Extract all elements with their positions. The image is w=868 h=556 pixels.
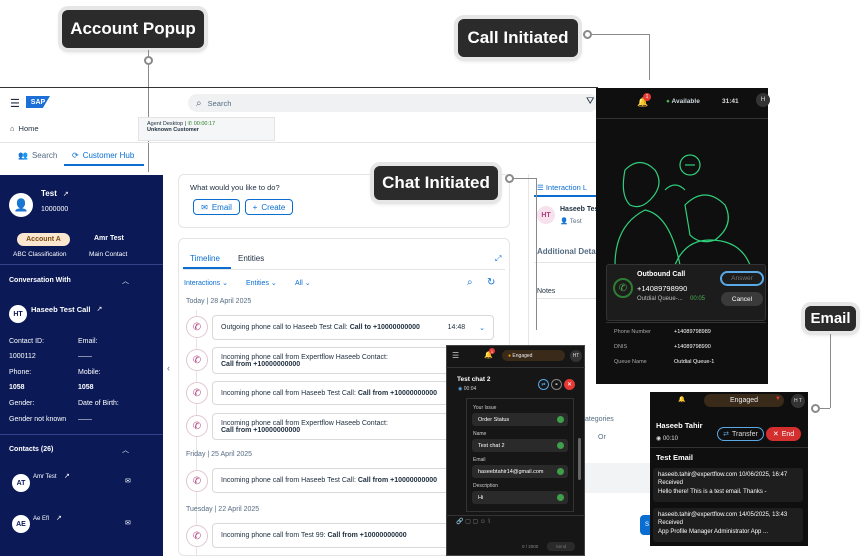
status-badge[interactable]: Engaged: [704, 394, 784, 407]
collapse-chevron-icon[interactable]: ︿: [122, 445, 129, 455]
plus-icon: +: [252, 202, 258, 212]
chevron-down-icon: ▼: [775, 396, 781, 402]
menu-icon[interactable]: ☰: [452, 351, 459, 360]
end-chat-icon[interactable]: ✕: [564, 379, 575, 390]
customer-hub-tab[interactable]: ⟳ Customer Hub: [72, 151, 134, 160]
agent-avatar[interactable]: H: [756, 93, 770, 107]
avatar: 👤: [9, 193, 33, 217]
email-message[interactable]: haseeb.tahir@expertflow.com 14/05/2025, …: [653, 508, 803, 542]
interaction-log-tab[interactable]: ☰ Interaction L: [537, 183, 587, 192]
search-icon[interactable]: ⌕: [467, 277, 473, 288]
create-button[interactable]: + Create: [245, 199, 293, 215]
bell-icon[interactable]: 🔔: [678, 396, 685, 403]
list-icon: ☰: [537, 183, 544, 192]
phone-incoming-icon: ✆: [186, 470, 208, 492]
transfer-button[interactable]: ⇄ Transfer: [717, 427, 764, 441]
answer-button[interactable]: Answer: [720, 271, 764, 286]
collapse-chevron-icon[interactable]: ︿: [122, 276, 129, 286]
name-field: Test chat 2: [472, 439, 568, 452]
phone-incoming-icon: ✆: [186, 415, 208, 437]
agent-avatar[interactable]: H T: [791, 394, 805, 408]
all-filter[interactable]: All ⌄: [295, 279, 311, 287]
check-icon: [557, 416, 564, 423]
mail-icon[interactable]: ✉: [125, 477, 131, 485]
scrollbar[interactable]: [578, 438, 581, 480]
person-avatar: HT: [537, 206, 555, 224]
account-a-button[interactable]: Account A: [17, 233, 70, 246]
refresh-icon[interactable]: ↻: [487, 277, 495, 288]
chat-initiated-callout: Chat Initiated: [374, 166, 498, 200]
email-button[interactable]: ✉ Email: [193, 199, 240, 215]
chat-icon: ◉: [656, 436, 662, 442]
description-field: Hi: [472, 491, 568, 504]
phone-incoming-icon: ✆: [186, 349, 208, 371]
mail-icon[interactable]: ✉: [125, 519, 131, 527]
email-callout: Email: [805, 306, 856, 331]
search-tab[interactable]: 👥 Search: [18, 151, 57, 160]
chevron-down-icon[interactable]: ⌄: [479, 324, 485, 332]
account-popup-callout: Account Popup: [62, 10, 204, 48]
hub-icon: ⟳: [72, 151, 79, 160]
contact-avatar: AE: [12, 515, 30, 533]
filter-icon[interactable]: ⛛: [586, 96, 594, 107]
status-badge[interactable]: ● Engaged: [502, 350, 565, 361]
home-icon: ⌂: [10, 124, 15, 133]
agent-desktop-tab[interactable]: Agent Desktop | ✆ 00:00:17 Unknown Custo…: [138, 117, 275, 141]
email-message[interactable]: haseeb.tahir@expertflow.com 10/06/2025, …: [653, 468, 803, 502]
check-icon: [557, 442, 564, 449]
agent-avatar[interactable]: HT: [570, 350, 582, 362]
phone-incoming-icon: ✆: [186, 525, 208, 547]
entities-filter[interactable]: Entities ⌄: [246, 279, 277, 287]
collapse-handle-icon[interactable]: ‹: [167, 363, 170, 373]
email-field: haseebtahir14@gmail.com: [472, 465, 568, 478]
conversation-illustration: [614, 154, 751, 265]
phone-icon: ✆: [613, 278, 633, 298]
external-link-icon[interactable]: ↗: [63, 190, 69, 198]
menu-icon[interactable]: ☰: [10, 97, 20, 110]
contact-avatar: AT: [12, 474, 30, 492]
end-button[interactable]: ✕ End: [766, 427, 801, 441]
timeline-item[interactable]: Outgoing phone call to Haseeb Test Call:…: [212, 315, 494, 340]
person-icon: 👤: [560, 218, 569, 225]
check-icon: [557, 468, 564, 475]
people-icon: 👥: [18, 151, 28, 160]
call-initiated-callout: Call Initiated: [458, 19, 578, 57]
mail-icon: ✉: [201, 202, 208, 212]
expand-icon[interactable]: ⤢: [495, 254, 501, 264]
transfer-icon: ⇄: [723, 431, 730, 438]
cancel-button[interactable]: Cancel: [721, 292, 763, 306]
phone-outgoing-icon: ✆: [186, 316, 208, 338]
external-link-icon[interactable]: ↗: [56, 514, 62, 522]
check-icon: [557, 494, 564, 501]
search-input[interactable]: ⌕ Search: [188, 94, 598, 112]
tab-entities[interactable]: Entities: [238, 254, 264, 263]
issue-field: Order Status: [472, 413, 568, 426]
attachment-icon[interactable]: 🔗 ▢ ▢ ☺ ⌇: [456, 518, 491, 525]
conference-icon[interactable]: ⚭: [551, 379, 562, 390]
status-badge[interactable]: ● Available: [666, 98, 700, 105]
transfer-icon[interactable]: ⇄: [538, 379, 549, 390]
close-icon: ✕: [772, 431, 779, 438]
amr-test-label: Amr Test: [94, 235, 124, 242]
tab-timeline[interactable]: Timeline: [190, 254, 220, 263]
sap-logo: SAP: [26, 96, 50, 108]
phone-incoming-icon: ✆: [186, 382, 208, 404]
external-link-icon[interactable]: ↗: [96, 305, 102, 314]
contact-avatar: HT: [9, 305, 27, 323]
search-icon: ⌕: [196, 97, 202, 109]
interactions-filter[interactable]: Interactions ⌄: [184, 279, 228, 287]
send-button[interactable]: Send: [547, 542, 575, 551]
home-link[interactable]: ⌂ Home: [10, 124, 39, 133]
external-link-icon[interactable]: ↗: [64, 472, 70, 480]
